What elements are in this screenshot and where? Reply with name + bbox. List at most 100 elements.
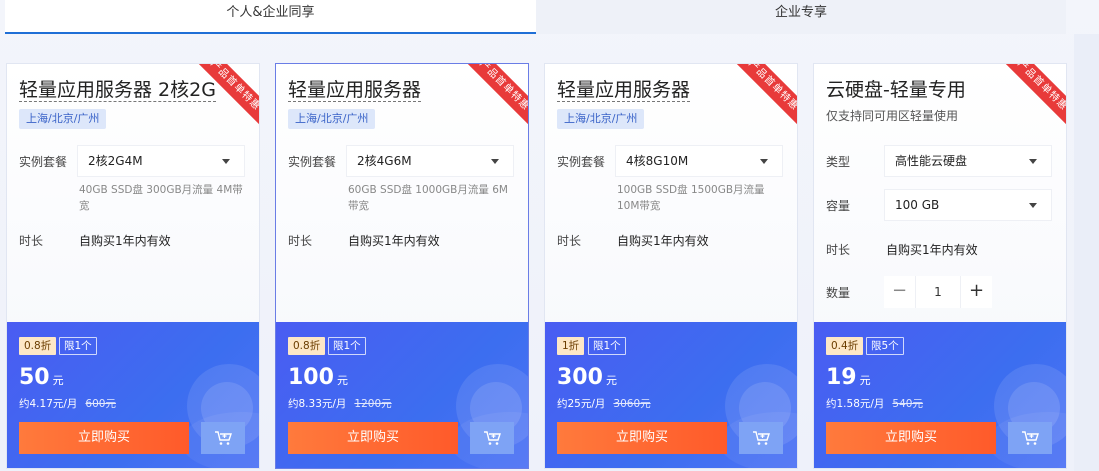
price-panel: 0.4折 限5个 19 元 约1.58元/月 540元 立即购买 bbox=[814, 322, 1066, 468]
duration-label: 时长 bbox=[19, 234, 44, 248]
original-price: 3060元 bbox=[613, 398, 651, 410]
promo-ribbon: 产品首单特惠 bbox=[730, 64, 797, 129]
package-select[interactable]: 2核2G4M bbox=[77, 145, 245, 177]
package-select-value: 2核2G4M bbox=[88, 154, 143, 168]
card-title[interactable]: 轻量应用服务器 bbox=[557, 79, 691, 102]
chevron-down-icon bbox=[1029, 203, 1037, 208]
limit-badge: 限5个 bbox=[866, 337, 904, 355]
add-to-cart-button[interactable] bbox=[201, 422, 245, 454]
monthly-price: 约25元/月 3060元 bbox=[557, 396, 651, 411]
limit-badge: 限1个 bbox=[59, 337, 97, 355]
discount-badge: 1折 bbox=[557, 337, 585, 355]
discount-badge: 0.8折 bbox=[19, 337, 57, 355]
cart-icon bbox=[484, 431, 501, 445]
chevron-down-icon bbox=[222, 159, 230, 164]
monthly-value: 约4.17元/月 bbox=[19, 398, 78, 410]
monthly-price: 约8.33元/月 1200元 bbox=[288, 396, 392, 411]
package-label: 实例套餐 bbox=[557, 155, 606, 169]
duration-value: 自购买1年内有效 bbox=[617, 234, 709, 248]
price-unit: 元 bbox=[336, 374, 348, 387]
buy-now-button[interactable]: 立即购买 bbox=[19, 422, 189, 454]
duration-value: 自购买1年内有效 bbox=[79, 234, 171, 248]
buy-now-button[interactable]: 立即购买 bbox=[288, 422, 458, 454]
price-panel: 1折 限1个 300 元 约25元/月 3060元 立即购买 bbox=[545, 322, 797, 468]
quantity-stepper: − 1 + bbox=[884, 276, 992, 308]
card-subtitle: 仅支持同可用区轻量使用 bbox=[826, 109, 959, 123]
cart-icon bbox=[1022, 431, 1039, 445]
original-price: 600元 bbox=[85, 398, 116, 410]
tab-personal-enterprise[interactable]: 个人&企业同享 bbox=[5, 0, 536, 34]
price: 50 元 bbox=[19, 364, 64, 395]
monthly-value: 约8.33元/月 bbox=[288, 398, 347, 410]
region-tag: 上海/北京/广州 bbox=[557, 109, 645, 129]
original-price: 1200元 bbox=[354, 398, 392, 410]
chevron-down-icon bbox=[760, 159, 768, 164]
promo-ribbon: 产品首单特惠 bbox=[461, 64, 528, 129]
cart-icon bbox=[215, 431, 232, 445]
buy-now-button[interactable]: 立即购买 bbox=[826, 422, 996, 454]
region-tag: 上海/北京/广州 bbox=[288, 109, 376, 129]
package-label: 实例套餐 bbox=[19, 155, 68, 169]
card-title: 云硬盘-轻量专用 bbox=[826, 79, 966, 101]
package-spec: 100GB SSD盘 1500GB月流量 10M带宽 bbox=[617, 184, 765, 212]
price: 19 元 bbox=[826, 364, 871, 395]
decrement-button[interactable]: − bbox=[884, 276, 916, 308]
quantity-value[interactable]: 1 bbox=[916, 276, 960, 308]
quantity-label: 数量 bbox=[826, 286, 851, 300]
duration-value: 自购买1年内有效 bbox=[886, 243, 978, 257]
monthly-value: 约1.58元/月 bbox=[826, 398, 885, 410]
discount-badge: 0.4折 bbox=[826, 337, 864, 355]
price-value: 19 bbox=[826, 365, 857, 390]
limit-badge: 限1个 bbox=[328, 337, 366, 355]
right-edge-strip bbox=[1074, 34, 1099, 471]
monthly-price: 约1.58元/月 540元 bbox=[826, 396, 923, 411]
package-spec: 60GB SSD盘 1000GB月流量 6M带宽 bbox=[348, 184, 508, 212]
cart-icon bbox=[753, 431, 770, 445]
add-to-cart-button[interactable] bbox=[1008, 422, 1052, 454]
tab-bar: 个人&企业同享 企业专享 bbox=[0, 0, 1099, 34]
price-panel: 0.8折 限1个 100 元 约8.33元/月 1200元 立即购买 bbox=[276, 322, 528, 468]
discount-badge: 0.8折 bbox=[288, 337, 326, 355]
tab-enterprise-only[interactable]: 企业专享 bbox=[536, 0, 1066, 34]
price: 300 元 bbox=[557, 364, 617, 395]
card-title[interactable]: 轻量应用服务器 2核2G bbox=[19, 79, 216, 102]
product-card: 产品首单特惠 轻量应用服务器 上海/北京/广州 实例套餐 4核8G10M 100… bbox=[544, 63, 798, 469]
capacity-select[interactable]: 100 GB bbox=[884, 189, 1052, 221]
duration-label: 时长 bbox=[826, 243, 851, 257]
price-panel: 0.8折 限1个 50 元 约4.17元/月 600元 立即购买 bbox=[7, 322, 259, 468]
region-tag: 上海/北京/广州 bbox=[19, 109, 107, 129]
add-to-cart-button[interactable] bbox=[739, 422, 783, 454]
buy-now-button[interactable]: 立即购买 bbox=[557, 422, 727, 454]
duration-value: 自购买1年内有效 bbox=[348, 234, 440, 248]
package-select-value: 2核4G6M bbox=[357, 154, 412, 168]
limit-badge: 限1个 bbox=[588, 337, 626, 355]
duration-label: 时长 bbox=[557, 234, 582, 248]
price-value: 50 bbox=[19, 365, 50, 390]
price-value: 300 bbox=[557, 365, 603, 390]
product-card: 产品首单特惠 轻量应用服务器 上海/北京/广州 实例套餐 2核4G6M 60GB… bbox=[275, 63, 529, 469]
price-unit: 元 bbox=[52, 374, 64, 387]
add-to-cart-button[interactable] bbox=[470, 422, 514, 454]
disk-type-select[interactable]: 高性能云硬盘 bbox=[884, 145, 1052, 177]
card-title[interactable]: 轻量应用服务器 bbox=[288, 79, 422, 102]
price-unit: 元 bbox=[859, 374, 871, 387]
duration-label: 时长 bbox=[288, 234, 313, 248]
price-unit: 元 bbox=[605, 374, 617, 387]
package-select[interactable]: 4核8G10M bbox=[615, 145, 783, 177]
product-card: 产品首单特惠 云硬盘-轻量专用 仅支持同可用区轻量使用 类型 高性能云硬盘 容量… bbox=[813, 63, 1067, 469]
chevron-down-icon bbox=[491, 159, 499, 164]
price: 100 元 bbox=[288, 364, 348, 395]
increment-button[interactable]: + bbox=[960, 276, 992, 308]
promo-ribbon: 产品首单特惠 bbox=[999, 64, 1066, 129]
capacity-value: 100 GB bbox=[895, 198, 940, 212]
product-card: 产品首单特惠 轻量应用服务器 2核2G 上海/北京/广州 实例套餐 2核2G4M… bbox=[6, 63, 260, 469]
package-select[interactable]: 2核4G6M bbox=[346, 145, 514, 177]
disk-type-value: 高性能云硬盘 bbox=[895, 154, 968, 168]
type-label: 类型 bbox=[826, 155, 851, 169]
package-label: 实例套餐 bbox=[288, 155, 337, 169]
capacity-label: 容量 bbox=[826, 199, 851, 213]
original-price: 540元 bbox=[892, 398, 923, 410]
monthly-value: 约25元/月 bbox=[557, 398, 606, 410]
package-spec: 40GB SSD盘 300GB月流量 4M带宽 bbox=[79, 184, 243, 212]
chevron-down-icon bbox=[1029, 159, 1037, 164]
